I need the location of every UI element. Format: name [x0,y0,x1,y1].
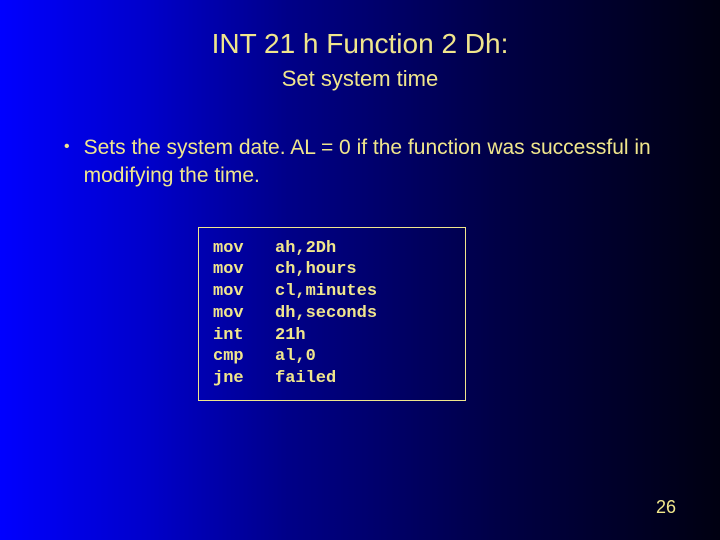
code-line: mov cl,minutes [213,281,451,303]
code-line: mov dh,seconds [213,303,451,325]
bullet-marker-icon: • [64,136,70,158]
bullet-item: • Sets the system date. AL = 0 if the fu… [64,134,680,191]
page-number: 26 [656,497,676,518]
code-line: mov ah,2Dh [213,238,451,260]
code-arg: ah,2Dh [275,238,451,260]
code-line: mov ch,hours [213,259,451,281]
slide-title: INT 21 h Function 2 Dh: [0,0,720,60]
code-op: jne [213,368,275,390]
code-line: int 21h [213,325,451,347]
code-arg: failed [275,368,451,390]
code-arg: al,0 [275,346,451,368]
code-op: int [213,325,275,347]
code-block: mov ah,2Dh mov ch,hours mov cl,minutes m… [198,227,466,401]
code-line: cmp al,0 [213,346,451,368]
code-op: mov [213,303,275,325]
code-line: jne failed [213,368,451,390]
code-arg: dh,seconds [275,303,451,325]
code-op: mov [213,259,275,281]
code-arg: cl,minutes [275,281,451,303]
content-area: • Sets the system date. AL = 0 if the fu… [0,92,720,401]
code-op: cmp [213,346,275,368]
code-op: mov [213,238,275,260]
bullet-text: Sets the system date. AL = 0 if the func… [84,134,680,191]
slide-subtitle: Set system time [0,60,720,92]
code-arg: ch,hours [275,259,451,281]
code-arg: 21h [275,325,451,347]
code-op: mov [213,281,275,303]
